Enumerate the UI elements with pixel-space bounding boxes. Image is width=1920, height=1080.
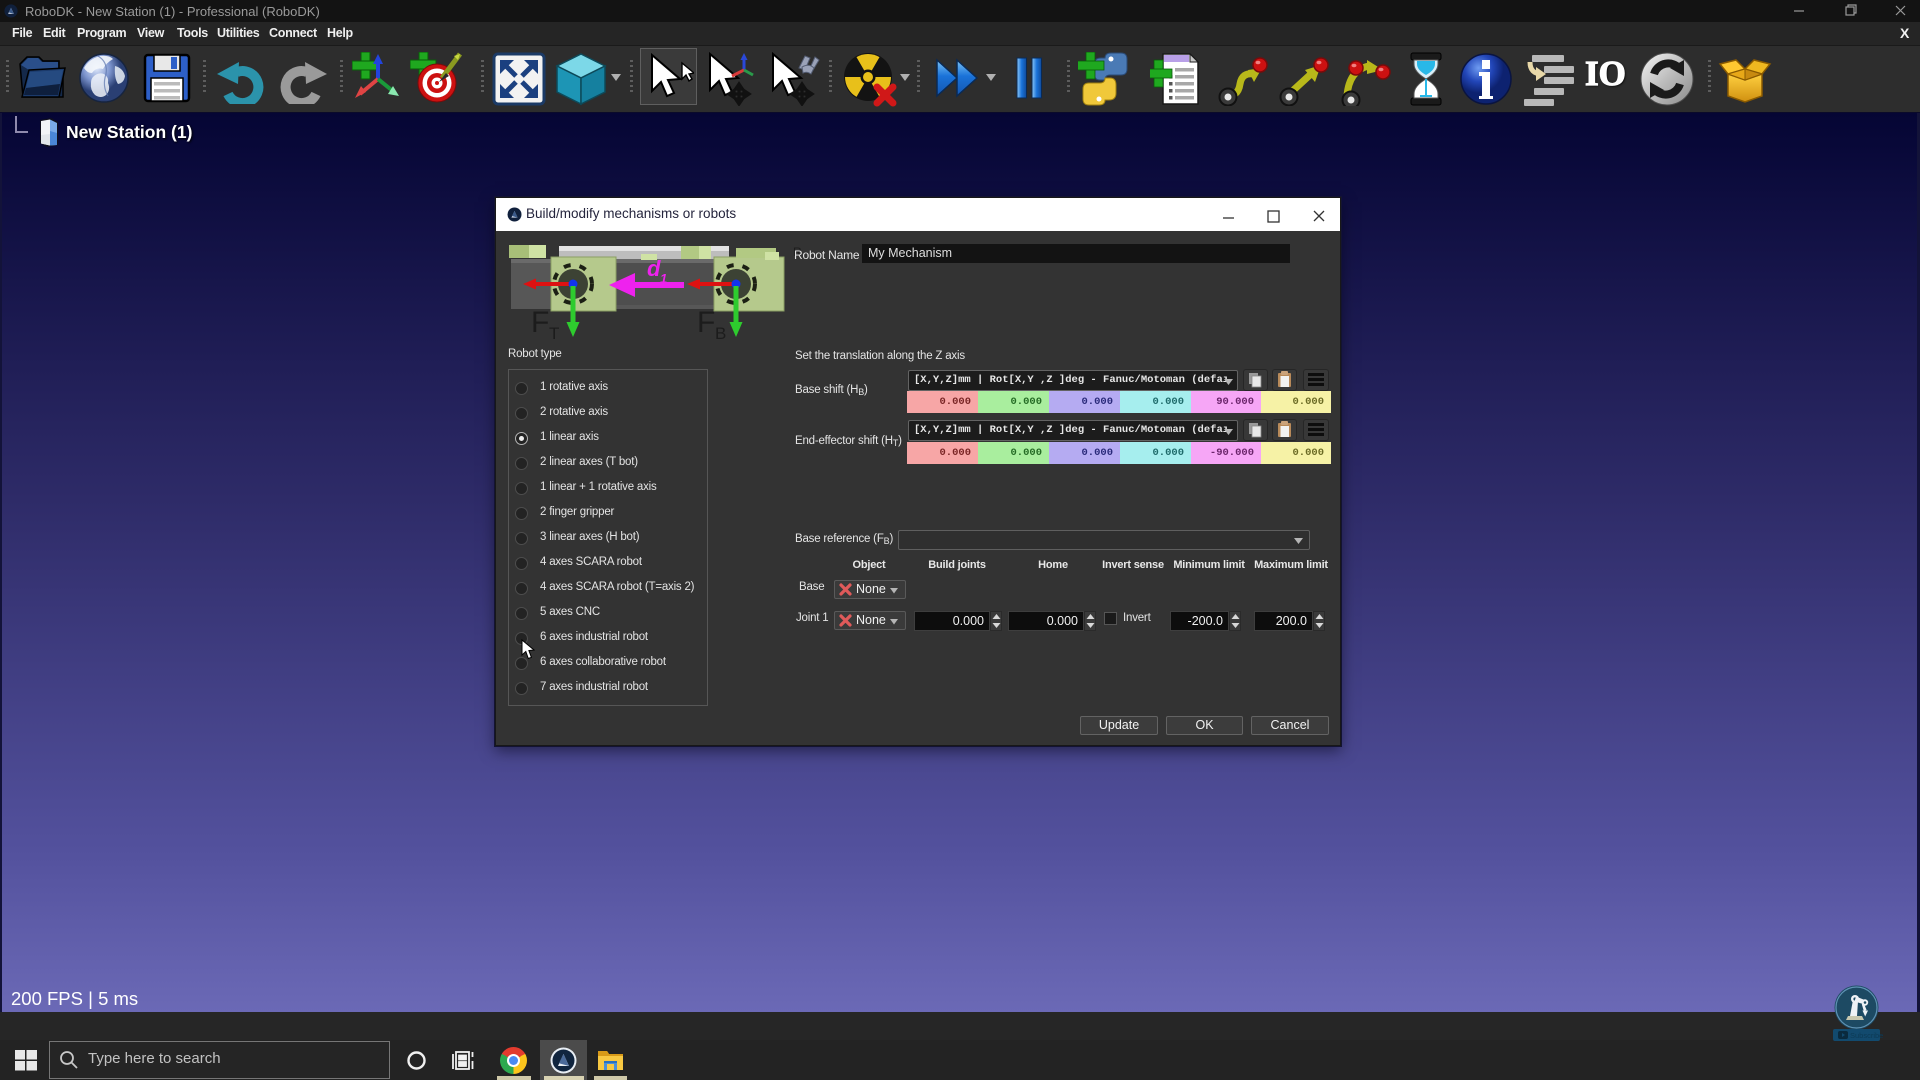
svg-text:d: d — [647, 256, 661, 281]
svg-text:T: T — [549, 324, 559, 340]
svg-text:1: 1 — [660, 271, 667, 286]
svg-text:F: F — [531, 306, 549, 339]
svg-text:B: B — [715, 324, 726, 340]
svg-text:F: F — [697, 306, 715, 339]
